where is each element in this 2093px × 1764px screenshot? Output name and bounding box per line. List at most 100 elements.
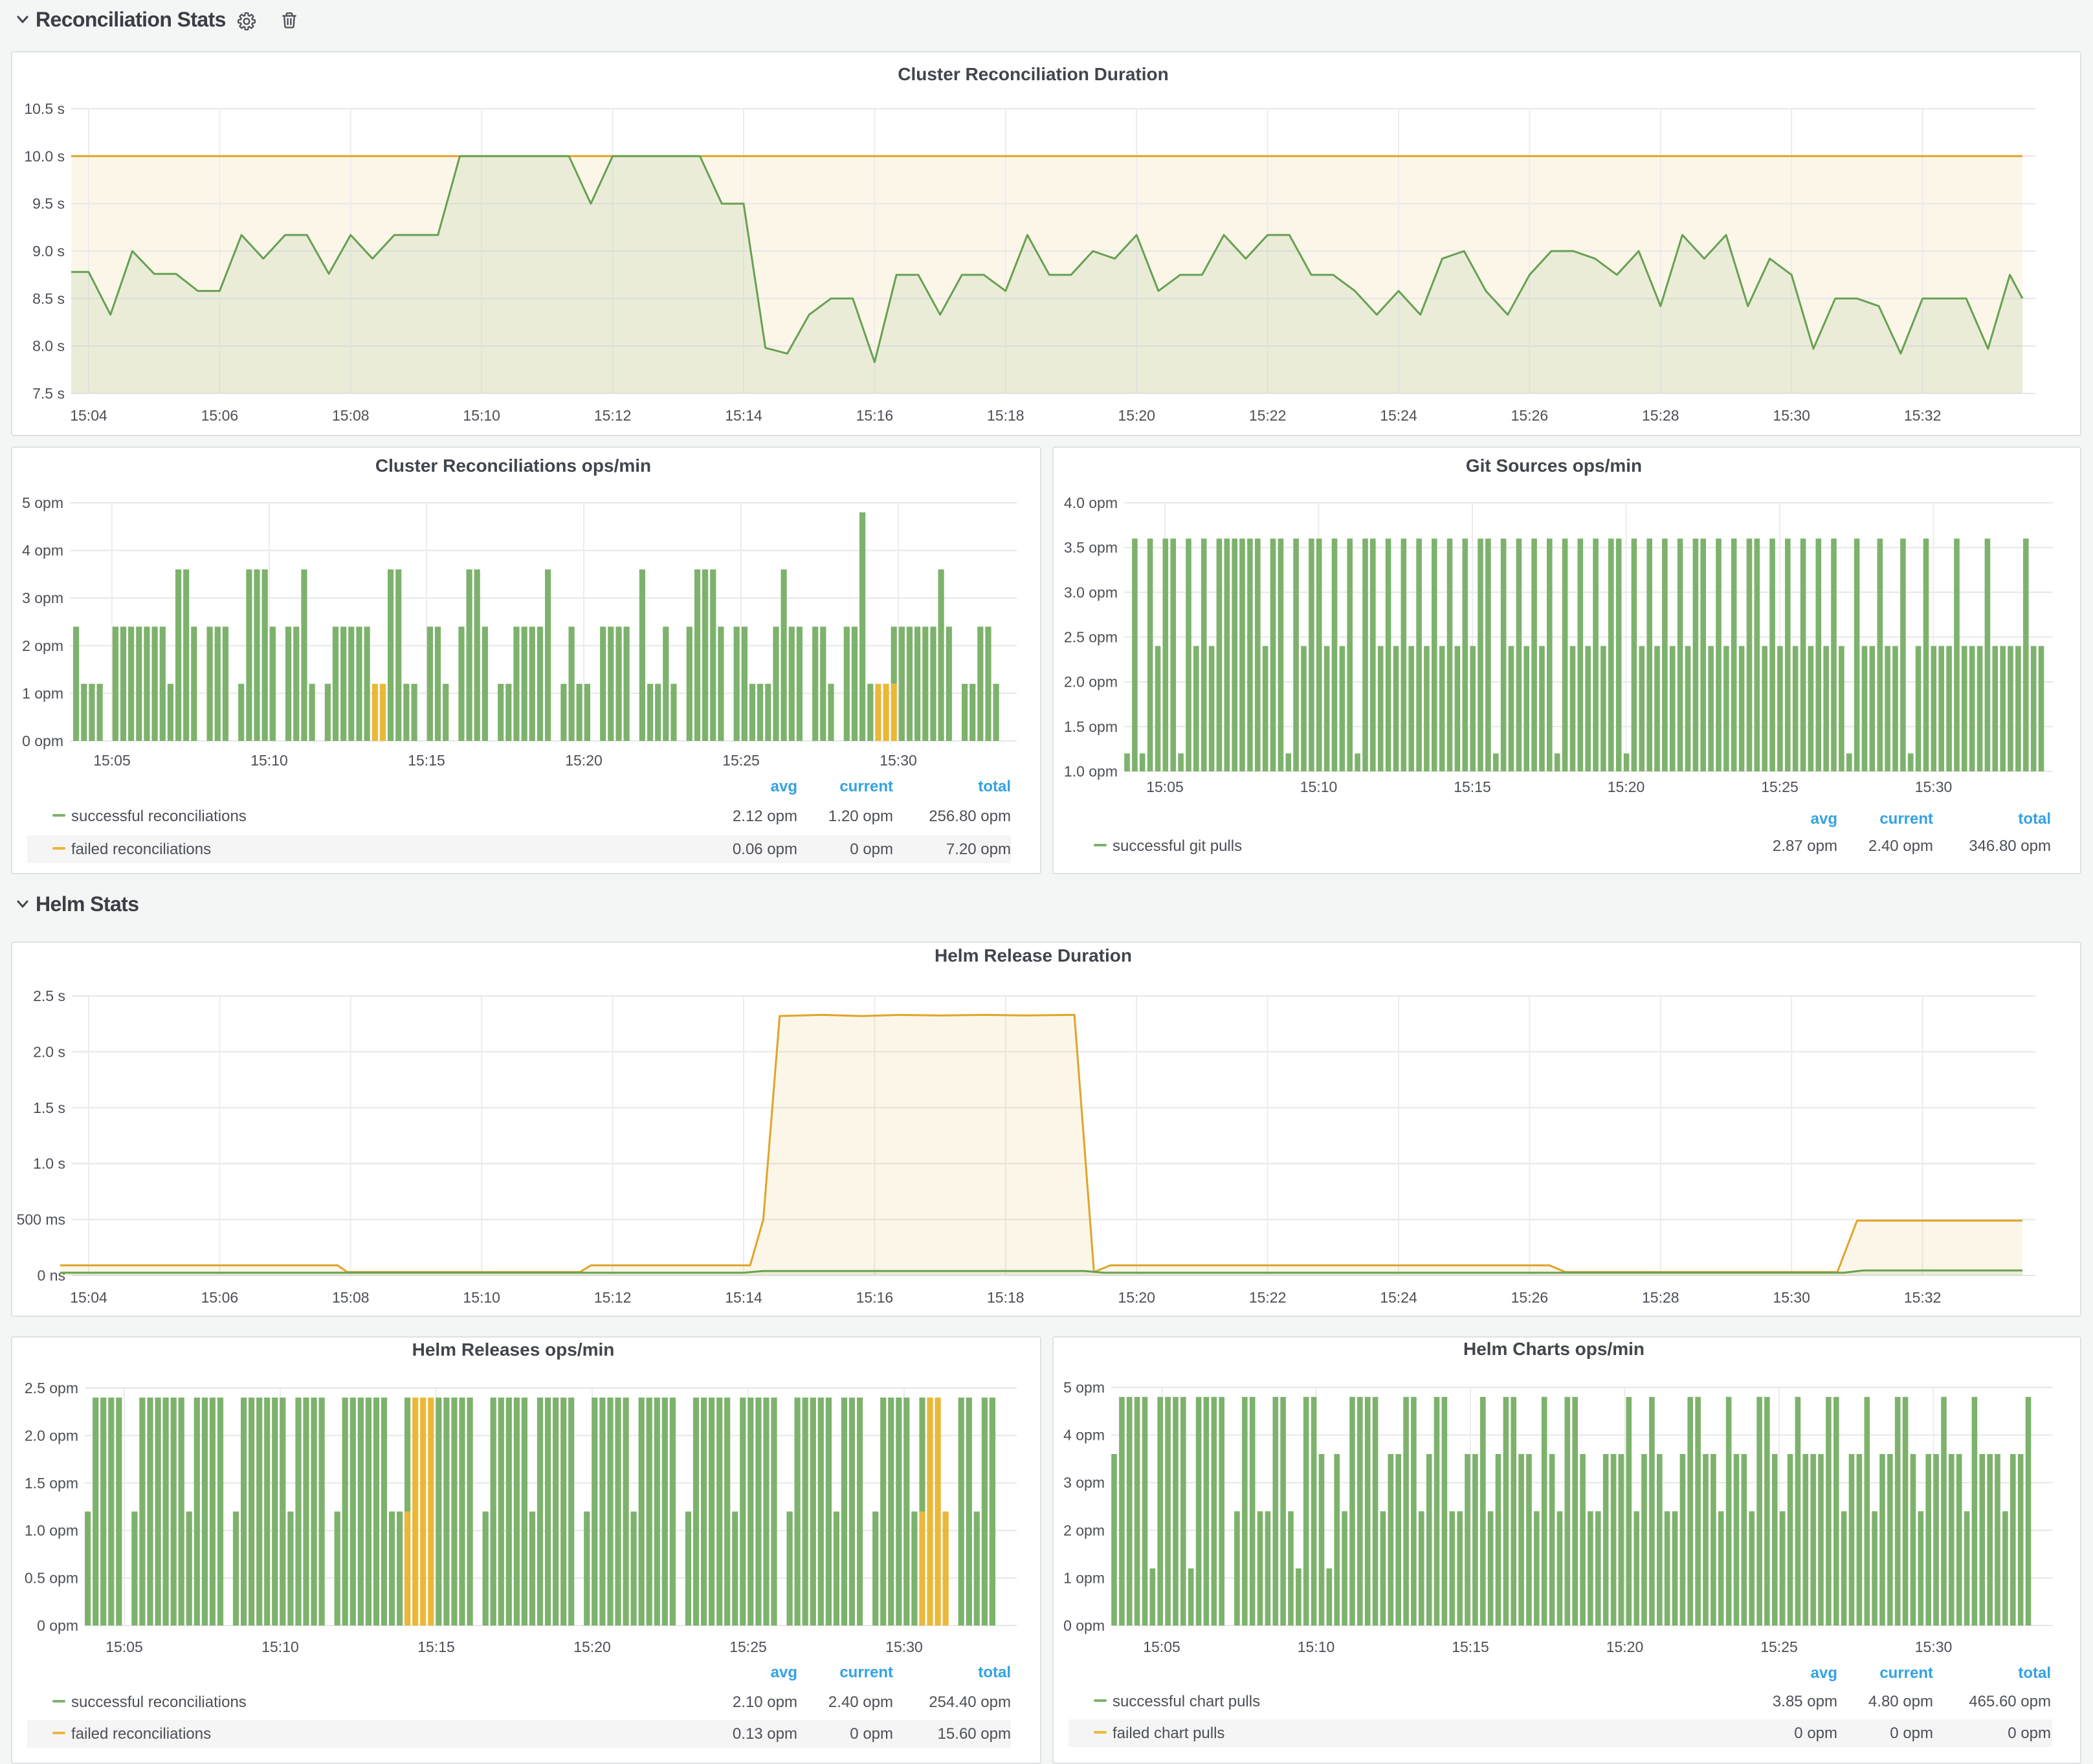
svg-text:15:15: 15:15 bbox=[1452, 1638, 1489, 1655]
svg-text:15:28: 15:28 bbox=[1642, 407, 1679, 424]
svg-text:15:20: 15:20 bbox=[1118, 1289, 1155, 1306]
svg-text:15:32: 15:32 bbox=[1904, 1289, 1942, 1306]
svg-text:avg: avg bbox=[771, 1664, 797, 1681]
svg-text:4 opm: 4 opm bbox=[1063, 1427, 1105, 1444]
svg-text:1.0 s: 1.0 s bbox=[33, 1155, 65, 1172]
svg-text:0.06 opm: 0.06 opm bbox=[733, 841, 797, 858]
svg-text:15:24: 15:24 bbox=[1380, 407, 1417, 424]
svg-text:15:14: 15:14 bbox=[725, 407, 762, 424]
svg-text:total: total bbox=[978, 1664, 1011, 1681]
svg-text:4.80 opm: 4.80 opm bbox=[1868, 1693, 1933, 1710]
svg-text:1.5 opm: 1.5 opm bbox=[25, 1475, 78, 1492]
svg-text:15:10: 15:10 bbox=[261, 1638, 299, 1655]
svg-text:500 ms: 500 ms bbox=[17, 1211, 65, 1228]
svg-text:15:08: 15:08 bbox=[332, 407, 370, 424]
svg-text:Cluster Reconciliation Duratio: Cluster Reconciliation Duration bbox=[898, 64, 1169, 84]
svg-text:2.0 opm: 2.0 opm bbox=[25, 1427, 78, 1444]
svg-text:current: current bbox=[839, 1664, 893, 1681]
svg-text:15:20: 15:20 bbox=[565, 752, 603, 769]
svg-text:current: current bbox=[1879, 810, 1933, 828]
svg-text:7.5 s: 7.5 s bbox=[32, 385, 65, 402]
svg-text:1 opm: 1 opm bbox=[22, 685, 63, 701]
svg-text:15:10: 15:10 bbox=[463, 407, 500, 424]
svg-text:avg: avg bbox=[1811, 810, 1837, 828]
svg-text:0 opm: 0 opm bbox=[850, 841, 893, 858]
svg-text:0 opm: 0 opm bbox=[1063, 1617, 1105, 1634]
svg-text:15:20: 15:20 bbox=[573, 1638, 611, 1655]
svg-text:9.0 s: 9.0 s bbox=[32, 243, 65, 259]
svg-text:10.5 s: 10.5 s bbox=[24, 100, 65, 117]
svg-text:15:10: 15:10 bbox=[1300, 778, 1338, 795]
svg-text:0 opm: 0 opm bbox=[2008, 1725, 2051, 1742]
svg-text:15:30: 15:30 bbox=[1773, 407, 1810, 424]
svg-text:Helm Releases ops/min: Helm Releases ops/min bbox=[412, 1340, 615, 1360]
svg-text:0.5 opm: 0.5 opm bbox=[25, 1570, 78, 1587]
svg-text:15:18: 15:18 bbox=[987, 407, 1024, 424]
svg-text:failed reconciliations: failed reconciliations bbox=[71, 841, 211, 858]
svg-text:5 opm: 5 opm bbox=[1063, 1379, 1105, 1396]
svg-text:254.40 opm: 254.40 opm bbox=[929, 1693, 1011, 1711]
svg-text:15:10: 15:10 bbox=[1298, 1638, 1335, 1655]
svg-text:15:10: 15:10 bbox=[463, 1289, 500, 1306]
svg-text:2.0 opm: 2.0 opm bbox=[1064, 674, 1118, 690]
svg-text:1.0 opm: 1.0 opm bbox=[25, 1522, 78, 1539]
svg-text:successful git pulls: successful git pulls bbox=[1113, 837, 1242, 855]
svg-text:15.60 opm: 15.60 opm bbox=[938, 1725, 1011, 1743]
svg-text:2.12 opm: 2.12 opm bbox=[733, 808, 797, 825]
svg-text:avg: avg bbox=[1811, 1664, 1837, 1682]
svg-text:failed chart pulls: failed chart pulls bbox=[1113, 1725, 1224, 1742]
svg-text:Cluster Reconciliations ops/mi: Cluster Reconciliations ops/min bbox=[375, 456, 651, 476]
svg-text:15:30: 15:30 bbox=[1773, 1289, 1810, 1306]
svg-text:2 opm: 2 opm bbox=[1063, 1522, 1105, 1539]
svg-text:15:04: 15:04 bbox=[70, 407, 107, 424]
svg-text:2.5 s: 2.5 s bbox=[33, 987, 65, 1004]
svg-text:successful reconciliations: successful reconciliations bbox=[71, 1693, 247, 1711]
svg-text:15:26: 15:26 bbox=[1511, 1289, 1549, 1306]
svg-text:2.0 s: 2.0 s bbox=[33, 1043, 65, 1060]
svg-text:15:25: 15:25 bbox=[729, 1638, 767, 1655]
svg-text:2.40 opm: 2.40 opm bbox=[828, 1693, 893, 1711]
svg-text:current: current bbox=[1879, 1664, 1933, 1682]
svg-text:15:22: 15:22 bbox=[1249, 407, 1287, 424]
svg-text:256.80 opm: 256.80 opm bbox=[929, 808, 1011, 825]
svg-text:15:15: 15:15 bbox=[1454, 778, 1491, 795]
svg-text:3.5 opm: 3.5 opm bbox=[1064, 539, 1118, 556]
svg-text:15:32: 15:32 bbox=[1904, 407, 1942, 424]
svg-text:15:20: 15:20 bbox=[1608, 778, 1645, 795]
svg-text:0.13 opm: 0.13 opm bbox=[733, 1725, 797, 1743]
svg-text:15:06: 15:06 bbox=[201, 407, 239, 424]
svg-text:15:30: 15:30 bbox=[885, 1638, 923, 1655]
svg-text:total: total bbox=[2018, 1664, 2051, 1682]
svg-text:15:30: 15:30 bbox=[1915, 1638, 1953, 1655]
svg-text:1 opm: 1 opm bbox=[1063, 1569, 1105, 1586]
svg-text:465.60 opm: 465.60 opm bbox=[1969, 1693, 2051, 1710]
svg-text:8.5 s: 8.5 s bbox=[32, 290, 65, 307]
svg-text:15:12: 15:12 bbox=[594, 1289, 632, 1306]
svg-text:15:26: 15:26 bbox=[1511, 407, 1549, 424]
svg-text:failed reconciliations: failed reconciliations bbox=[71, 1725, 211, 1743]
svg-text:avg: avg bbox=[771, 778, 797, 795]
svg-text:15:16: 15:16 bbox=[856, 1289, 894, 1306]
svg-text:Helm Charts ops/min: Helm Charts ops/min bbox=[1463, 1339, 1644, 1359]
svg-text:2 opm: 2 opm bbox=[22, 637, 63, 654]
svg-text:1.20 opm: 1.20 opm bbox=[828, 808, 893, 825]
svg-text:15:15: 15:15 bbox=[408, 752, 445, 769]
svg-text:4.0 opm: 4.0 opm bbox=[1064, 494, 1118, 511]
svg-text:15:12: 15:12 bbox=[594, 407, 632, 424]
svg-text:total: total bbox=[2018, 810, 2051, 828]
svg-text:15:24: 15:24 bbox=[1380, 1289, 1417, 1306]
svg-text:15:20: 15:20 bbox=[1606, 1638, 1644, 1655]
svg-text:15:25: 15:25 bbox=[1760, 1638, 1798, 1655]
svg-text:15:06: 15:06 bbox=[201, 1289, 239, 1306]
svg-text:5 opm: 5 opm bbox=[22, 494, 63, 511]
svg-text:15:10: 15:10 bbox=[250, 752, 288, 769]
svg-text:2.5 opm: 2.5 opm bbox=[1064, 629, 1118, 646]
svg-text:3 opm: 3 opm bbox=[1063, 1474, 1105, 1491]
svg-text:15:28: 15:28 bbox=[1642, 1289, 1679, 1306]
svg-text:2.10 opm: 2.10 opm bbox=[733, 1693, 797, 1711]
svg-text:10.0 s: 10.0 s bbox=[24, 148, 65, 164]
svg-text:8.0 s: 8.0 s bbox=[32, 338, 65, 355]
svg-text:15:14: 15:14 bbox=[725, 1289, 762, 1306]
svg-text:15:05: 15:05 bbox=[1143, 1638, 1180, 1655]
svg-text:15:04: 15:04 bbox=[70, 1289, 107, 1306]
